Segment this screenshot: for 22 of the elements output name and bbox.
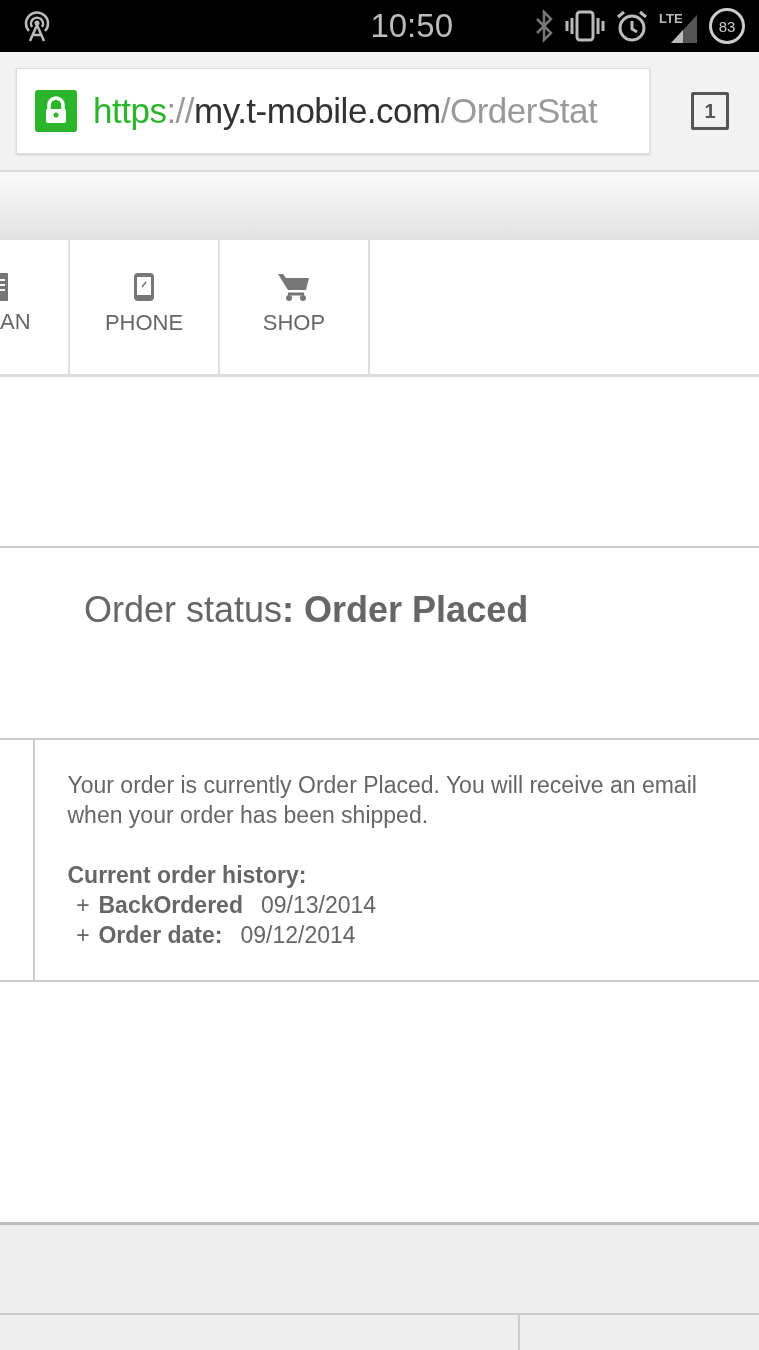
cart-icon [278, 272, 310, 302]
clock-time: 10:50 [370, 7, 453, 45]
document-icon [0, 273, 8, 301]
history-date: 09/13/2014 [260, 891, 377, 920]
nav-tab[interactable]: AN [0, 240, 70, 374]
order-message: Your order is currently Order Placed. You will receive an email when your order has been shipped. [67, 771, 698, 830]
vibrate-icon [565, 9, 605, 43]
history-label: BackOrdered [98, 891, 243, 920]
history-title: Current order history: [67, 861, 308, 890]
history-bullet: + [75, 921, 91, 950]
tab-count-button[interactable]: 1 [691, 92, 729, 130]
bluetooth-icon [533, 9, 555, 43]
history-date: 09/12/2014 [240, 921, 356, 950]
order-status-heading: Order status: Order Placed [84, 589, 529, 631]
phone-icon [133, 272, 155, 302]
history-bullet: + [75, 891, 91, 920]
history-label: Order date: [98, 921, 223, 950]
battery-indicator: 83 [709, 8, 745, 44]
lock-icon [35, 90, 77, 132]
address-bar[interactable]: https://my.t-mobile.com/OrderStat [16, 68, 650, 154]
network-label: LTE [659, 11, 683, 26]
alarm-icon [615, 9, 649, 43]
